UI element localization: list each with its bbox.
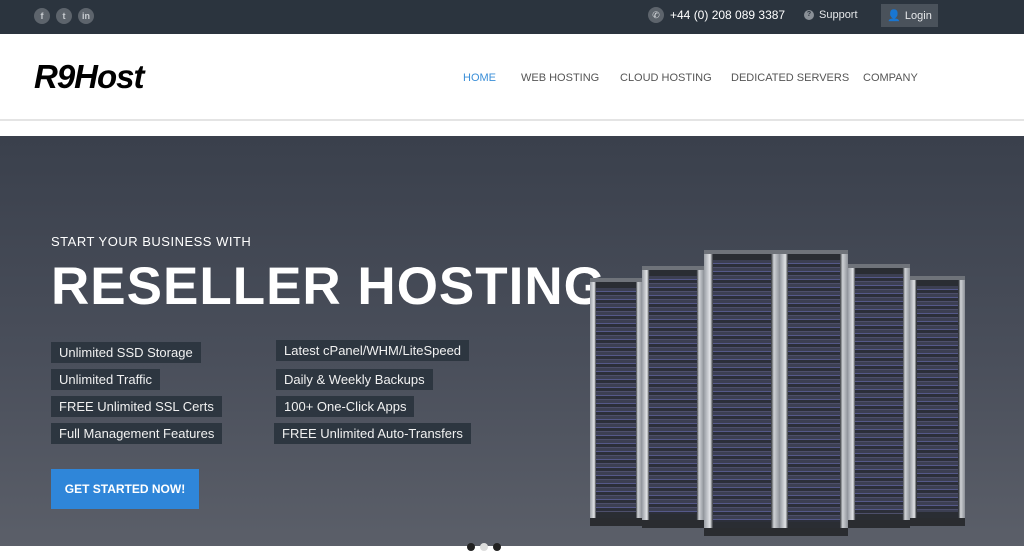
- hero-subtitle: START YOUR BUSINESS WITH: [51, 234, 252, 249]
- server-cabinet: [642, 266, 704, 528]
- feature-item: FREE Unlimited Auto-Transfers: [274, 423, 471, 444]
- hero-slider: START YOUR BUSINESS WITH RESELLER HOSTIN…: [0, 136, 1024, 551]
- server-cabinet: [848, 264, 910, 528]
- phone-contact[interactable]: ✆ +44 (0) 208 089 3387: [648, 7, 785, 23]
- server-cabinet: [590, 278, 642, 526]
- question-icon: ?: [804, 10, 814, 20]
- nav-company[interactable]: COMPANY: [863, 72, 918, 84]
- user-icon: 👤: [887, 10, 901, 22]
- server-cabinet: [910, 276, 965, 526]
- server-cabinet: [704, 250, 780, 536]
- nav-web-hosting[interactable]: WEB HOSTING: [521, 72, 599, 84]
- feature-item: Daily & Weekly Backups: [276, 369, 433, 390]
- feature-item: Unlimited SSD Storage: [51, 342, 201, 363]
- facebook-icon[interactable]: f: [34, 8, 50, 24]
- slide-dot[interactable]: [467, 543, 475, 551]
- linkedin-icon[interactable]: in: [78, 8, 94, 24]
- twitter-icon[interactable]: t: [56, 8, 72, 24]
- slide-dot-active[interactable]: [480, 543, 488, 551]
- login-label: Login: [904, 9, 932, 22]
- nav-cloud-hosting[interactable]: CLOUD HOSTING: [620, 72, 712, 84]
- nav-home[interactable]: HOME: [463, 72, 496, 84]
- feature-item: FREE Unlimited SSL Certs: [51, 396, 222, 417]
- login-button[interactable]: 👤 Login: [881, 4, 938, 27]
- logo[interactable]: R9Host: [34, 58, 145, 96]
- main-header: R9Host HOME WEB HOSTING CLOUD HOSTING DE…: [0, 34, 1024, 121]
- phone-icon: ✆: [648, 7, 664, 23]
- hero-title: RESELLER HOSTING: [51, 257, 606, 316]
- get-started-button[interactable]: GET STARTED NOW!: [51, 469, 199, 509]
- top-bar: f t in ✆ +44 (0) 208 089 3387 ? Support 👤 L…: [0, 0, 1024, 34]
- support-link[interactable]: ? Support: [804, 9, 858, 21]
- feature-item: Full Management Features: [51, 423, 223, 444]
- support-label: Support: [819, 9, 858, 21]
- server-rack-image: [590, 244, 965, 536]
- feature-item: Unlimited Traffic: [51, 369, 160, 390]
- feature-item: Latest cPanel/WHM/LiteSpeed: [276, 340, 470, 361]
- slider-pagination: [467, 543, 501, 551]
- nav-dedicated-servers[interactable]: DEDICATED SERVERS: [731, 72, 849, 84]
- server-cabinet: [780, 250, 848, 536]
- phone-number: +44 (0) 208 089 3387: [670, 8, 786, 22]
- slide-dot[interactable]: [493, 543, 501, 551]
- feature-item: 100+ One-Click Apps: [276, 396, 415, 417]
